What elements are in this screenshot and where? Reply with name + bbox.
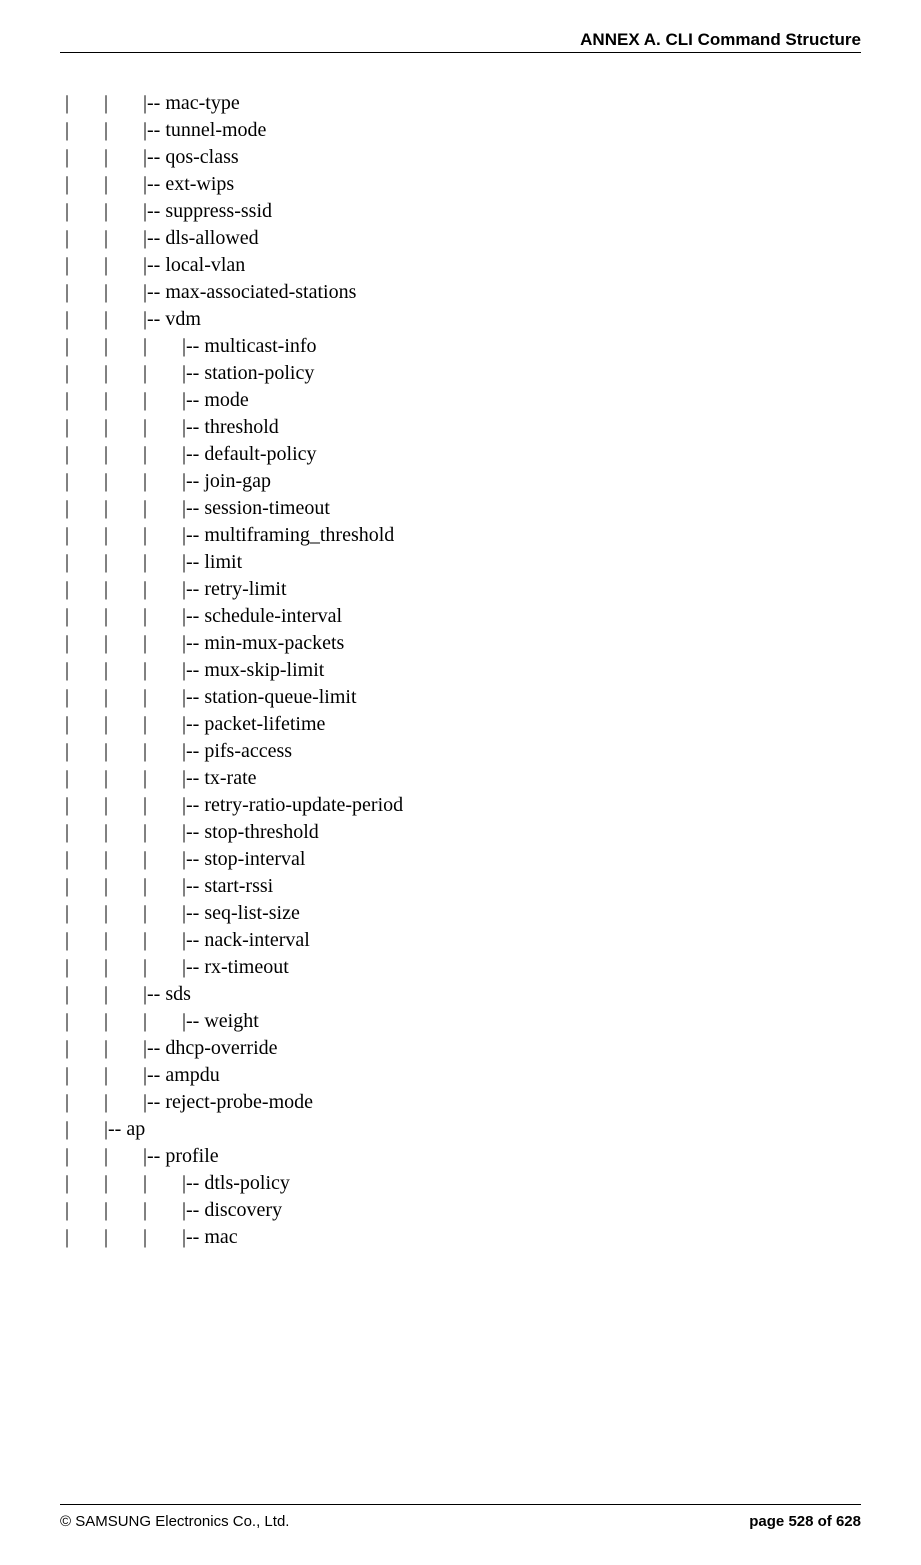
tree-line: | | | |-- tx-rate [65,765,861,792]
tree-line: | | |-- qos-class [65,144,861,171]
tree-line: | | |-- mac-type [65,90,861,117]
tree-line: | | | |-- seq-list-size [65,900,861,927]
tree-line: | | | |-- stop-threshold [65,819,861,846]
cli-tree-content: | | |-- mac-type| | |-- tunnel-mode| | |… [65,90,861,1251]
tree-line: | | |-- tunnel-mode [65,117,861,144]
tree-line: | | | |-- session-timeout [65,495,861,522]
tree-line: | | | |-- min-mux-packets [65,630,861,657]
tree-line: | | |-- dls-allowed [65,225,861,252]
tree-line: | | | |-- packet-lifetime [65,711,861,738]
tree-line: | | | |-- weight [65,1008,861,1035]
tree-line: | | | |-- retry-ratio-update-period [65,792,861,819]
footer-copyright: © SAMSUNG Electronics Co., Ltd. [60,1513,289,1530]
tree-line: | | | |-- threshold [65,414,861,441]
tree-line: | | | |-- join-gap [65,468,861,495]
footer-page-number: page 528 of 628 [749,1513,861,1530]
tree-line: | | | |-- station-policy [65,360,861,387]
tree-line: | | | |-- limit [65,549,861,576]
tree-line: | | |-- sds [65,981,861,1008]
tree-line: | | | |-- discovery [65,1197,861,1224]
tree-line: | | |-- local-vlan [65,252,861,279]
tree-line: | | | |-- rx-timeout [65,954,861,981]
tree-line: | | | |-- schedule-interval [65,603,861,630]
tree-line: | | | |-- default-policy [65,441,861,468]
tree-line: | | | |-- stop-interval [65,846,861,873]
tree-line: | | |-- suppress-ssid [65,198,861,225]
tree-line: | | | |-- pifs-access [65,738,861,765]
page-header-title: ANNEX A. CLI Command Structure [580,30,861,50]
tree-line: | | |-- ext-wips [65,171,861,198]
tree-line: | | | |-- mode [65,387,861,414]
tree-line: | | |-- vdm [65,306,861,333]
tree-line: | | | |-- multicast-info [65,333,861,360]
tree-line: | | |-- reject-probe-mode [65,1089,861,1116]
tree-line: | | |-- ampdu [65,1062,861,1089]
tree-line: | | | |-- multiframing_threshold [65,522,861,549]
tree-line: | | | |-- start-rssi [65,873,861,900]
tree-line: | | | |-- nack-interval [65,927,861,954]
tree-line: | | |-- dhcp-override [65,1035,861,1062]
tree-line: | | |-- max-associated-stations [65,279,861,306]
tree-line: | | |-- profile [65,1143,861,1170]
tree-line: | | | |-- station-queue-limit [65,684,861,711]
footer-rule [60,1504,861,1505]
tree-line: | | | |-- retry-limit [65,576,861,603]
header-rule [60,52,861,53]
tree-line: | |-- ap [65,1116,861,1143]
tree-line: | | | |-- mux-skip-limit [65,657,861,684]
tree-line: | | | |-- mac [65,1224,861,1251]
tree-line: | | | |-- dtls-policy [65,1170,861,1197]
